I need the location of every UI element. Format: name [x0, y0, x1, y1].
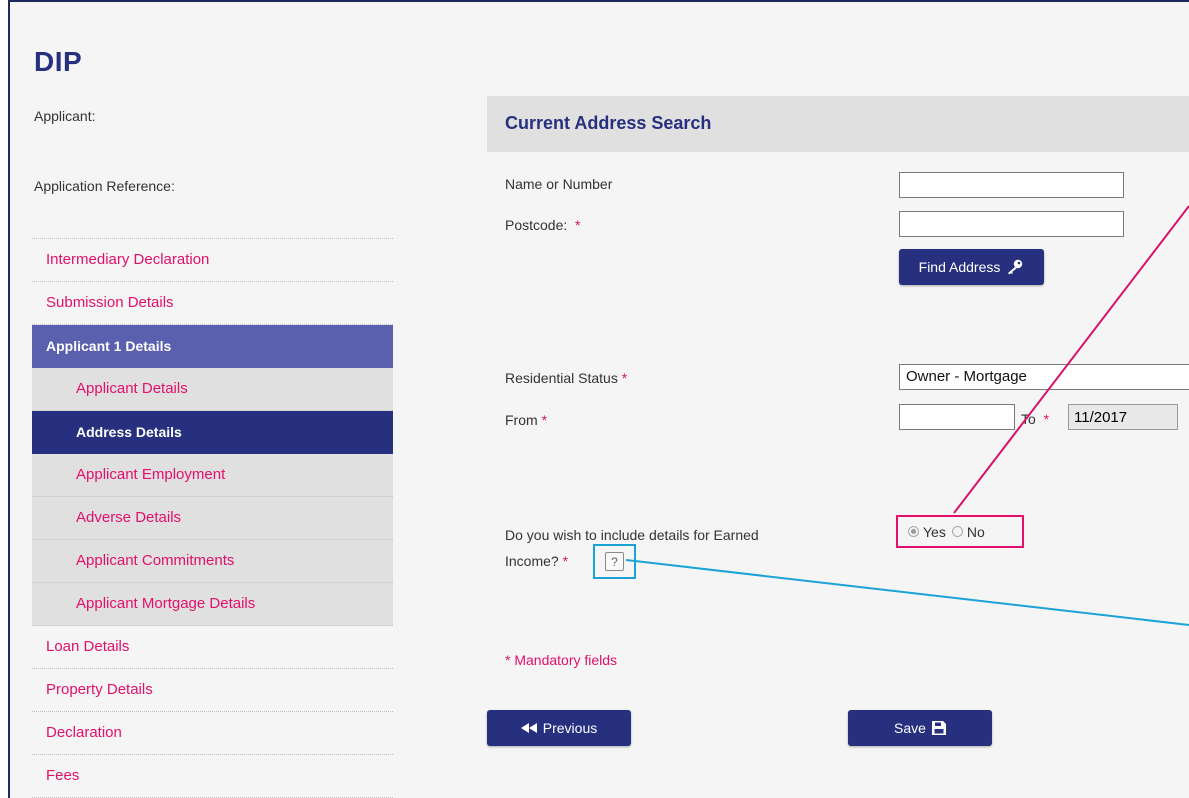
sidebar-item-applicant-details[interactable]: Applicant Details [32, 368, 393, 411]
required-marker: * [562, 553, 569, 569]
postcode-label-text: Postcode: [505, 217, 568, 233]
postcode-input[interactable] [899, 211, 1124, 237]
radio-yes-label[interactable]: Yes [923, 524, 946, 540]
earned-income-question-line2-text: Income? [505, 553, 559, 569]
sidebar-item-applicant-mortgage-details[interactable]: Applicant Mortgage Details [32, 583, 393, 626]
name-or-number-label: Name or Number [505, 176, 613, 192]
sidebar-item-applicant-employment[interactable]: Applicant Employment [32, 454, 393, 497]
help-callout-box: ? [593, 544, 636, 579]
previous-button[interactable]: Previous [487, 710, 631, 746]
application-reference-label: Application Reference: [34, 178, 175, 194]
from-label-text: From [505, 412, 538, 428]
sidebar-item-intermediary-declaration[interactable]: Intermediary Declaration [32, 239, 393, 282]
radio-no-label[interactable]: No [967, 524, 985, 540]
applicant-label: Applicant: [34, 108, 96, 124]
required-marker: * [541, 412, 548, 428]
sidebar-item-loan-details[interactable]: Loan Details [32, 626, 393, 669]
required-marker: * [575, 217, 581, 233]
to-label: To * [1021, 411, 1049, 427]
residential-status-label: Residential Status * [505, 370, 627, 386]
save-button[interactable]: Save [848, 710, 992, 746]
sidebar-item-address-details[interactable]: Address Details [32, 411, 393, 454]
required-marker: * [621, 370, 628, 386]
sidebar-item-property-details[interactable]: Property Details [32, 669, 393, 712]
radio-no-button[interactable] [951, 526, 963, 537]
sidebar-item-applicant-1-details[interactable]: Applicant 1 Details [32, 325, 393, 368]
app-title: DIP [34, 46, 83, 77]
find-address-label: Find Address [918, 259, 1001, 275]
save-label: Save [894, 720, 926, 736]
from-label: From * [505, 412, 547, 428]
mandatory-fields-note: * Mandatory fields [505, 652, 618, 668]
app-frame: DIP Applicant: Application Reference: In… [8, 0, 1189, 798]
residential-status-label-text: Residential Status [505, 370, 618, 386]
floppy-disk-icon [931, 721, 946, 735]
postcode-label: Postcode: * [505, 217, 581, 233]
earned-income-radio-group: Yes No [896, 515, 1024, 548]
sidebar-item-fees[interactable]: Fees [32, 755, 393, 798]
key-icon [1008, 259, 1023, 275]
rewind-icon [520, 723, 537, 733]
to-date-input [1068, 404, 1178, 430]
section-header: Current Address Search [487, 96, 1189, 152]
help-icon[interactable]: ? [605, 552, 624, 571]
sidebar-item-adverse-details[interactable]: Adverse Details [32, 497, 393, 540]
from-date-input[interactable] [899, 404, 1015, 430]
sidebar-item-applicant-commitments[interactable]: Applicant Commitments [32, 540, 393, 583]
required-marker: * [1043, 411, 1050, 427]
find-address-button[interactable]: Find Address [899, 249, 1044, 285]
to-label-text: To [1021, 411, 1036, 427]
name-or-number-input[interactable] [899, 172, 1124, 198]
sidebar-item-submission-details[interactable]: Submission Details [32, 282, 393, 325]
radio-yes-button[interactable] [908, 526, 919, 537]
sidebar-nav: Intermediary Declaration Submission Deta… [32, 238, 393, 798]
residential-status-select[interactable]: Owner - Mortgage [899, 364, 1189, 390]
sidebar-item-declaration[interactable]: Declaration [32, 712, 393, 755]
previous-label: Previous [542, 720, 598, 736]
